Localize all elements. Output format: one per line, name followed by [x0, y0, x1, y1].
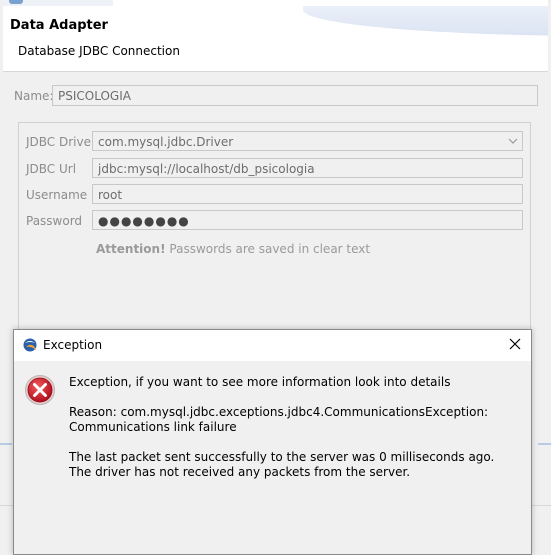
close-icon[interactable] — [508, 337, 522, 351]
jdbc-url-label: JDBC Url — [26, 162, 77, 176]
wizard-header: Data Adapter Database JDBC Connection — [3, 0, 548, 72]
header-decoration — [303, 6, 548, 36]
exception-reason: Reason: com.mysql.jdbc.exceptions.jdbc4.… — [69, 405, 489, 434]
exception-message: Exception, if you want to see more infor… — [69, 375, 451, 389]
right-accent — [538, 443, 551, 445]
chevron-down-icon[interactable] — [507, 135, 519, 147]
name-field[interactable]: PSICOLOGIA — [52, 85, 538, 106]
eclipse-icon — [23, 338, 37, 352]
exception-detail: The last packet sent successfully to the… — [69, 450, 495, 479]
jdbc-driver-value: com.mysql.jdbc.Driver — [98, 135, 234, 149]
password-warning: Attention! Passwords are saved in clear … — [96, 242, 370, 256]
dialog-body: Exception, if you want to see more infor… — [14, 361, 531, 554]
jdbc-url-field[interactable]: jdbc:mysql://localhost/db_psicologia — [92, 158, 523, 178]
wizard-subtitle: Database JDBC Connection — [18, 44, 180, 58]
jdbc-driver-label: JDBC Driver — [26, 135, 96, 149]
attention-label: Attention! — [96, 242, 166, 256]
jdbc-driver-combo[interactable]: com.mysql.jdbc.Driver — [92, 131, 523, 151]
password-label: Password — [26, 214, 83, 228]
wizard-title: Data Adapter — [10, 18, 108, 33]
username-label: Username — [26, 188, 88, 202]
dialog-title: Exception — [43, 338, 103, 352]
exception-dialog: Exception Exception, if you want to see … — [13, 329, 532, 555]
error-icon — [25, 375, 55, 405]
attention-text: Passwords are saved in clear text — [169, 242, 371, 256]
left-accent — [0, 443, 12, 445]
password-field[interactable]: ●●●●●●●● — [92, 210, 523, 230]
window-icon — [9, 0, 23, 4]
dialog-titlebar: Exception — [14, 330, 531, 361]
username-field[interactable]: root — [92, 184, 523, 204]
name-label: Name: — [14, 89, 54, 103]
